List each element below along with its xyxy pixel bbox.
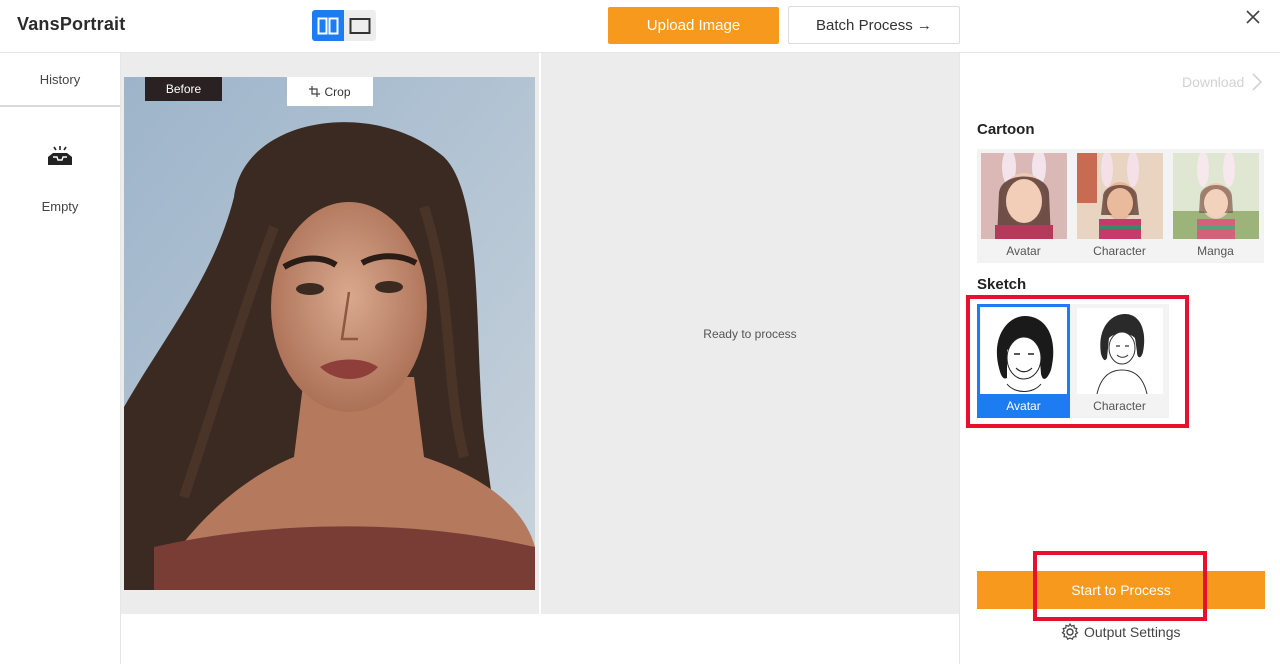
preview-canvas: Before Crop Ready to process	[121, 53, 959, 614]
close-icon	[1246, 10, 1260, 24]
canvas-footer	[121, 614, 959, 664]
start-button-highlight-frame	[1033, 551, 1207, 621]
sketch-section-title: Sketch	[977, 276, 1027, 293]
sketch-highlight-frame	[966, 295, 1189, 428]
single-view-icon	[349, 17, 371, 34]
split-view-button[interactable]	[312, 10, 344, 41]
empty-history-label: Empty	[41, 199, 79, 214]
ready-to-process-text: Ready to process	[703, 326, 797, 341]
app-title: VansPortrait	[17, 14, 126, 34]
cartoon-style-manga[interactable]: Manga	[1169, 149, 1262, 263]
output-settings-label: Output Settings	[1084, 624, 1181, 640]
chevron-right-icon	[1252, 73, 1263, 91]
close-button[interactable]	[1242, 6, 1264, 28]
upload-image-button[interactable]: Upload Image	[608, 7, 779, 44]
before-badge: Before	[145, 77, 222, 101]
split-view-icon	[317, 17, 339, 34]
original-photo	[124, 77, 535, 590]
history-sidebar: History Empty	[0, 53, 121, 664]
history-tab[interactable]: History	[0, 53, 120, 107]
empty-tray-icon	[48, 146, 72, 165]
cartoon-style-grid: Avatar Character Manga	[977, 149, 1264, 263]
gear-icon	[1061, 623, 1079, 641]
top-bar: VansPortrait Upload Image Batch Process …	[0, 0, 1280, 53]
download-label: Download	[1182, 74, 1245, 90]
cartoon-avatar-thumbnail	[981, 153, 1067, 239]
single-view-button[interactable]	[344, 10, 376, 41]
before-pane: Before Crop	[121, 53, 539, 614]
view-mode-toggle	[312, 10, 376, 41]
cartoon-manga-thumbnail	[1173, 153, 1259, 239]
cartoon-section-title: Cartoon	[977, 121, 1035, 138]
crop-icon	[309, 86, 321, 97]
style-panel: Download Cartoon Avatar Character Manga …	[959, 53, 1280, 664]
output-settings-link[interactable]: Output Settings	[1061, 623, 1181, 641]
cartoon-style-avatar[interactable]: Avatar	[977, 149, 1070, 263]
download-button[interactable]: Download	[1182, 73, 1263, 91]
cartoon-style-character[interactable]: Character	[1073, 149, 1166, 263]
crop-label: Crop	[324, 84, 351, 99]
cartoon-character-thumbnail	[1077, 153, 1163, 239]
cartoon-character-label: Character	[1093, 244, 1146, 258]
batch-process-button[interactable]: Batch Process →	[788, 6, 960, 44]
cartoon-manga-label: Manga	[1197, 244, 1234, 258]
crop-button[interactable]: Crop	[287, 77, 373, 106]
cartoon-avatar-label: Avatar	[1006, 244, 1041, 258]
after-pane: Ready to process	[541, 53, 959, 614]
